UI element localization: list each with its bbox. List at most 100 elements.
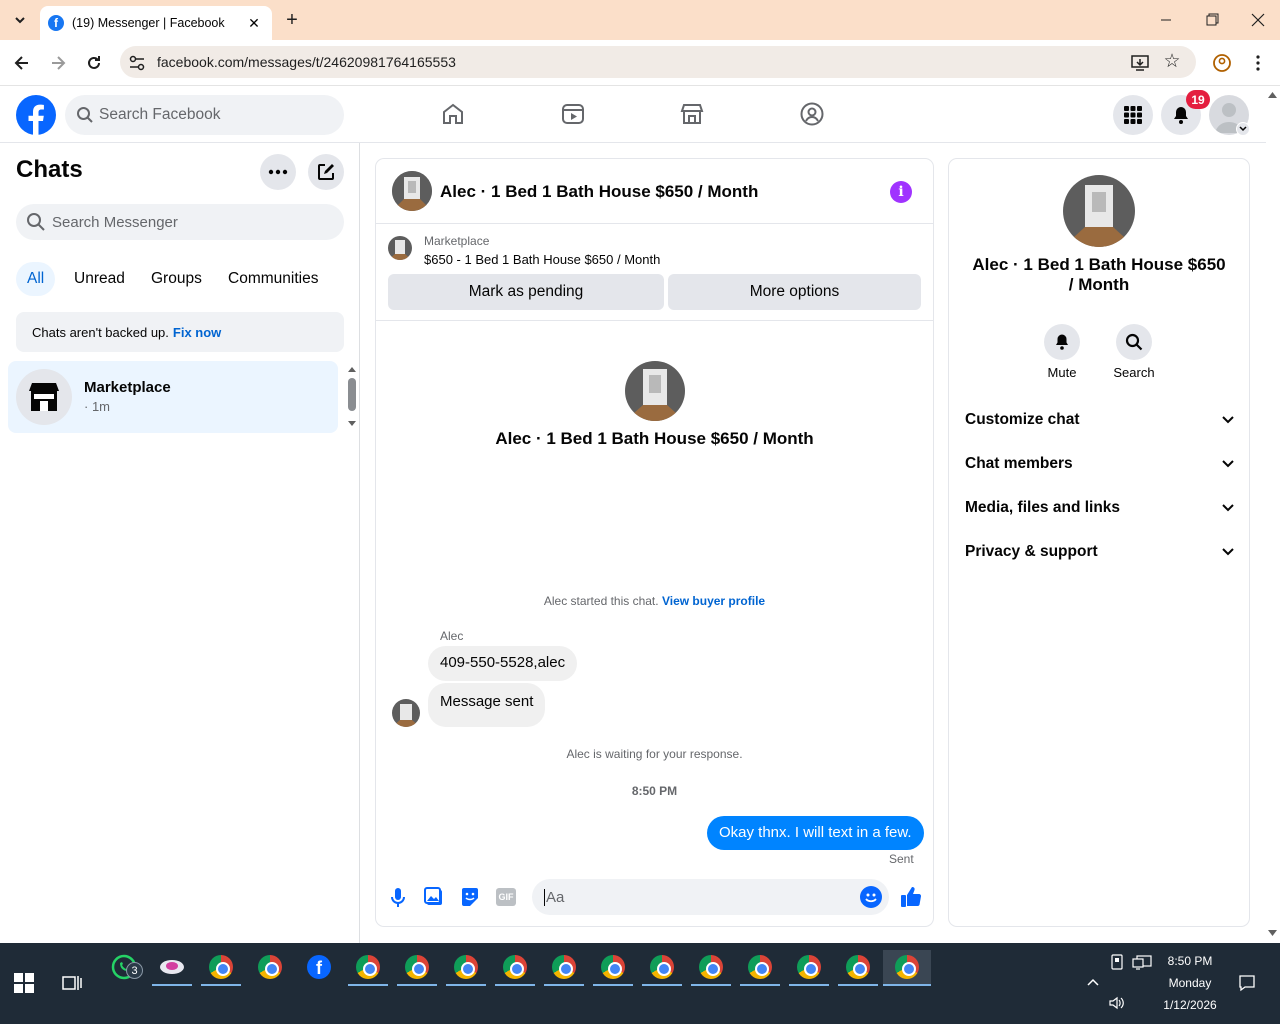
sender-avatar[interactable]: [392, 699, 420, 727]
message-bubble-incoming[interactable]: Message sent: [428, 683, 546, 727]
view-buyer-profile-link[interactable]: View buyer profile: [662, 594, 765, 608]
details-avatar[interactable]: [1063, 175, 1135, 247]
chrome-taskbar-icon[interactable]: [789, 950, 829, 986]
windows-start-icon[interactable]: [14, 973, 34, 993]
sidebar-scrollbar-thumb[interactable]: [348, 378, 356, 411]
filter-all[interactable]: All: [16, 262, 56, 296]
page-scroll-down-icon[interactable]: [1267, 928, 1278, 938]
chrome-taskbar-icon[interactable]: [397, 950, 437, 986]
chrome-taskbar-icon[interactable]: [201, 950, 241, 986]
back-icon[interactable]: [12, 53, 32, 73]
chrome-taskbar-icon[interactable]: [544, 950, 584, 986]
clock-day: Monday: [1168, 976, 1212, 990]
menu-grid-button[interactable]: [1113, 95, 1153, 135]
tab-search-icon[interactable]: [10, 10, 30, 30]
show-hidden-icons-icon[interactable]: [1086, 976, 1100, 988]
task-view-icon[interactable]: [62, 973, 82, 993]
facebook-search-input[interactable]: Search Facebook: [65, 95, 344, 135]
home-nav-icon[interactable]: [440, 101, 466, 127]
grid-icon: [1124, 106, 1142, 124]
like-thumbs-up-icon[interactable]: [899, 885, 923, 909]
messenger-search-input[interactable]: Search Messenger: [16, 204, 344, 240]
app-taskbar-icon[interactable]: [152, 950, 192, 986]
video-nav-icon[interactable]: [560, 101, 586, 127]
forward-icon[interactable]: [48, 53, 68, 73]
info-icon[interactable]: i: [890, 181, 912, 203]
photo-icon[interactable]: [424, 886, 444, 908]
message-input-placeholder: Aa: [544, 888, 565, 906]
facebook-taskbar-icon[interactable]: f: [299, 950, 339, 984]
scroll-down-icon[interactable]: [347, 418, 357, 428]
sent-status: Sent: [889, 852, 914, 866]
mute-button[interactable]: [1044, 324, 1080, 360]
sender-name: Alec: [440, 629, 464, 643]
profile-icon[interactable]: [1212, 53, 1232, 73]
filter-unread[interactable]: Unread: [63, 262, 136, 296]
chat-members-section[interactable]: Chat members: [965, 444, 1235, 484]
new-message-button[interactable]: [308, 154, 344, 190]
message-bubble-outgoing[interactable]: Okay thnx. I will text in a few.: [707, 816, 924, 850]
media-files-links-section[interactable]: Media, files and links: [965, 488, 1235, 528]
listing-title[interactable]: $650 - 1 Bed 1 Bath House $650 / Month: [424, 252, 660, 267]
fix-now-link[interactable]: Fix now: [173, 325, 221, 340]
message-bubble-incoming[interactable]: 409-550-5528,alec: [428, 646, 578, 681]
sticker-icon[interactable]: [460, 886, 480, 908]
emoji-icon[interactable]: [860, 886, 882, 908]
site-info-icon[interactable]: [128, 54, 146, 72]
filter-groups[interactable]: Groups: [140, 262, 213, 296]
chrome-taskbar-icon[interactable]: [250, 950, 290, 984]
chrome-taskbar-icon[interactable]: [446, 950, 486, 986]
chrome-taskbar-icon[interactable]: [838, 950, 878, 986]
microphone-icon[interactable]: [388, 886, 408, 908]
listing-thumbnail[interactable]: [388, 236, 412, 260]
clock-time[interactable]: 8:50 PM: [1160, 954, 1220, 968]
account-chevron-icon[interactable]: [1236, 122, 1250, 136]
gif-icon[interactable]: GIF: [496, 888, 516, 906]
chrome-taskbar-icon[interactable]: [348, 950, 388, 986]
message-input[interactable]: Aa: [532, 879, 889, 915]
action-center-icon[interactable]: [1238, 974, 1256, 992]
new-tab-icon[interactable]: +: [282, 10, 302, 30]
privacy-support-section[interactable]: Privacy & support: [965, 532, 1235, 572]
browser-menu-icon[interactable]: [1250, 53, 1266, 73]
scroll-up-icon[interactable]: [347, 365, 357, 375]
customize-chat-section[interactable]: Customize chat: [965, 400, 1235, 440]
groups-nav-icon[interactable]: [799, 101, 825, 127]
listing-divider: [376, 320, 933, 321]
reload-icon[interactable]: [84, 53, 104, 73]
minimize-icon[interactable]: [1156, 10, 1176, 30]
browser-tab[interactable]: f (19) Messenger | Facebook ✕: [40, 6, 272, 40]
more-options-button[interactable]: More options: [668, 274, 921, 310]
install-app-icon[interactable]: [1130, 53, 1150, 73]
conversation-avatar[interactable]: [392, 171, 432, 211]
close-window-icon[interactable]: [1248, 10, 1268, 30]
search-icon: [76, 106, 94, 124]
tab-close-icon[interactable]: ✕: [244, 15, 264, 32]
device-icon[interactable]: [1110, 954, 1124, 970]
network-icon[interactable]: [1132, 955, 1152, 970]
bell-icon: [1174, 107, 1188, 124]
backup-text: Chats aren't backed up.: [32, 324, 169, 340]
volume-icon[interactable]: [1108, 995, 1126, 1011]
chrome-taskbar-icon[interactable]: [691, 950, 731, 986]
chrome-taskbar-icon[interactable]: [642, 950, 682, 986]
chats-options-button[interactable]: [260, 154, 296, 190]
filter-communities[interactable]: Communities: [217, 262, 329, 296]
address-bar[interactable]: facebook.com/messages/t/2462098176416555…: [120, 46, 1196, 78]
facebook-logo-icon[interactable]: [16, 95, 56, 135]
marketplace-nav-icon[interactable]: [679, 101, 705, 127]
mark-as-pending-button[interactable]: Mark as pending: [388, 274, 664, 310]
chrome-taskbar-icon[interactable]: [495, 950, 535, 986]
storefront-icon: [29, 383, 59, 411]
bookmark-star-icon[interactable]: ☆: [1162, 52, 1182, 72]
chats-title: Chats: [16, 156, 83, 183]
chevron-down-icon: [1222, 504, 1234, 512]
page-scroll-up-icon[interactable]: [1267, 90, 1278, 100]
chrome-taskbar-icon-active[interactable]: [883, 950, 931, 986]
search-conversation-button[interactable]: [1116, 324, 1152, 360]
conversation-title[interactable]: Alec · 1 Bed 1 Bath House $650 / Month: [440, 182, 758, 202]
mute-label: Mute: [1047, 365, 1077, 380]
restore-icon[interactable]: [1202, 10, 1222, 30]
chrome-taskbar-icon[interactable]: [593, 950, 633, 986]
chrome-taskbar-icon[interactable]: [740, 950, 780, 986]
